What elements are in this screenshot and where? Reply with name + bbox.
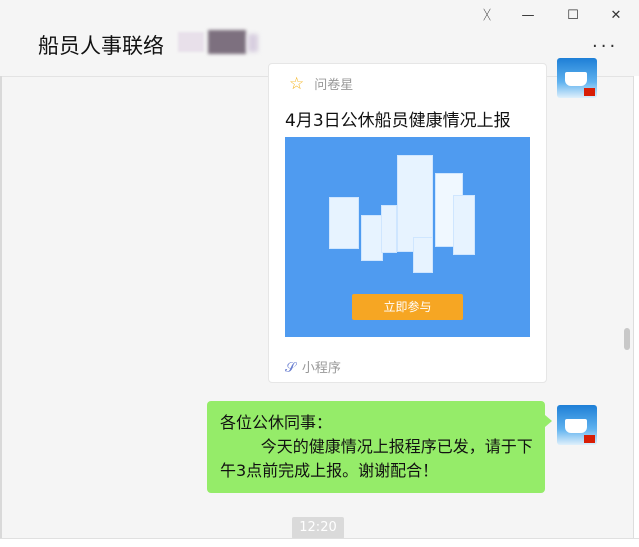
building-illustration bbox=[381, 205, 397, 253]
message-text: 各位公休同事： 今天的健康情况上报程序已发，请于下午3点前完成上报。谢谢配合！ bbox=[220, 413, 533, 480]
building-illustration bbox=[329, 197, 359, 249]
message-bubble[interactable]: 各位公休同事： 今天的健康情况上报程序已发，请于下午3点前完成上报。谢谢配合！ bbox=[207, 401, 552, 493]
close-button[interactable]: ✕ bbox=[604, 4, 628, 28]
timestamp: 12:20 bbox=[292, 517, 344, 539]
pin-button[interactable]: ᚷ bbox=[475, 4, 499, 28]
chat-window: 船员人事联络 ᚷ — ☐ ✕ ··· ☆ 问卷星 4月3日公休船员健康情况上报 立… bbox=[0, 0, 639, 547]
minimize-button[interactable]: — bbox=[516, 4, 540, 28]
scrollbar-thumb[interactable] bbox=[624, 328, 630, 350]
flag-icon bbox=[584, 435, 595, 443]
card-source: ☆ 问卷星 bbox=[289, 74, 354, 94]
mini-program-card[interactable]: ☆ 问卷星 4月3日公休船员健康情况上报 立即参与 𝒮 小程序 bbox=[268, 63, 547, 383]
building-illustration bbox=[361, 215, 383, 261]
building-illustration bbox=[413, 237, 433, 273]
maximize-button[interactable]: ☐ bbox=[561, 4, 585, 28]
ship-icon bbox=[565, 72, 587, 86]
redacted-name-part bbox=[178, 32, 204, 52]
join-button[interactable]: 立即参与 bbox=[352, 294, 463, 320]
bubble-tail bbox=[545, 415, 552, 427]
card-banner-image: 立即参与 bbox=[285, 137, 530, 337]
redacted-name-part bbox=[248, 34, 258, 52]
star-icon: ☆ bbox=[289, 74, 305, 94]
window-edge-right bbox=[633, 76, 639, 546]
card-title: 4月3日公休船员健康情况上报 bbox=[285, 111, 511, 131]
more-options-button[interactable]: ··· bbox=[592, 36, 618, 57]
ship-icon bbox=[565, 419, 587, 433]
card-footer: 𝒮 小程序 bbox=[285, 360, 341, 376]
sender-avatar[interactable] bbox=[557, 58, 597, 98]
sender-avatar[interactable] bbox=[557, 405, 597, 445]
building-illustration bbox=[453, 195, 475, 255]
chat-title: 船员人事联络 bbox=[38, 34, 164, 58]
mini-program-icon: 𝒮 bbox=[285, 360, 296, 376]
window-edge-left bbox=[0, 76, 2, 538]
redacted-name-part bbox=[208, 30, 246, 54]
flag-icon bbox=[584, 88, 595, 96]
